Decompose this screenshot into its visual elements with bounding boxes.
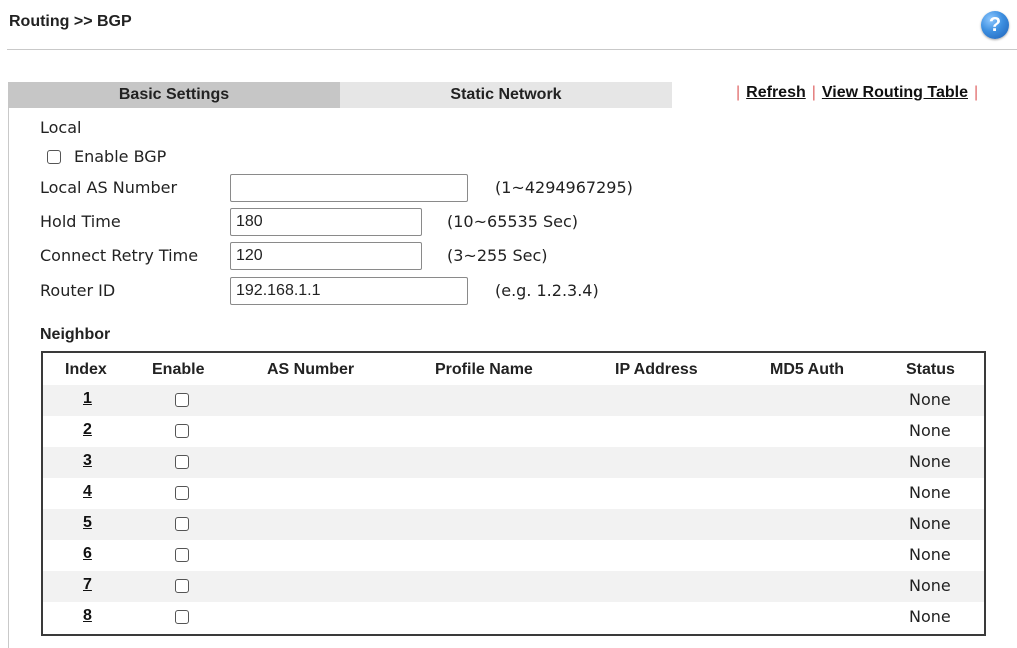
hold-time-hint: (10~65535 Sec)	[447, 212, 579, 231]
connect-retry-hint: (3~255 Sec)	[447, 246, 548, 265]
hold-time-input[interactable]	[230, 208, 422, 236]
table-row: 8 None	[43, 602, 984, 633]
refresh-link[interactable]: Refresh	[746, 84, 806, 101]
router-id-label: Router ID	[40, 281, 116, 300]
local-as-label: Local AS Number	[40, 178, 178, 197]
column-header-index: Index	[65, 361, 107, 378]
neighbor-enable-checkbox[interactable]	[175, 486, 189, 500]
link-separator: |	[811, 84, 816, 101]
neighbor-status: None	[909, 483, 951, 502]
column-header-status: Status	[906, 361, 955, 378]
enable-bgp-label: Enable BGP	[74, 147, 167, 166]
local-as-hint: (1~4294967295)	[495, 178, 633, 197]
table-row: 5 None	[43, 509, 984, 540]
tab-static-network[interactable]: Static Network	[340, 82, 672, 108]
table-row: 1 None	[43, 385, 984, 416]
neighbor-status: None	[909, 390, 951, 409]
neighbor-index-link[interactable]: 1	[83, 390, 92, 408]
link-separator: |	[736, 84, 741, 101]
breadcrumb: Routing >> BGP	[9, 13, 132, 30]
neighbor-index-link[interactable]: 4	[83, 483, 92, 501]
neighbor-enable-checkbox[interactable]	[175, 579, 189, 593]
neighbor-index-link[interactable]: 5	[83, 514, 92, 532]
neighbor-enable-checkbox[interactable]	[175, 424, 189, 438]
page-header: Routing >> BGP	[7, 0, 1017, 50]
column-header-md5-auth: MD5 Auth	[770, 361, 845, 378]
router-id-hint: (e.g. 1.2.3.4)	[495, 281, 599, 300]
connect-retry-input[interactable]	[230, 242, 422, 270]
neighbor-enable-checkbox[interactable]	[175, 548, 189, 562]
tab-links: | Refresh | View Routing Table |	[730, 84, 984, 102]
router-id-input[interactable]	[230, 277, 468, 305]
neighbor-status: None	[909, 607, 951, 626]
neighbor-status: None	[909, 576, 951, 595]
local-section-title: Local	[40, 118, 82, 137]
neighbor-table: Index Enable AS Number Profile Name IP A…	[41, 351, 986, 636]
column-header-ip-address: IP Address	[615, 361, 698, 378]
neighbor-index-link[interactable]: 3	[83, 452, 92, 470]
hold-time-label: Hold Time	[40, 212, 121, 231]
table-row: 3 None	[43, 447, 984, 478]
tab-basic-settings[interactable]: Basic Settings	[8, 82, 340, 108]
link-separator: |	[973, 84, 979, 101]
enable-bgp-checkbox[interactable]	[47, 150, 61, 164]
table-row: 7 None	[43, 571, 984, 602]
neighbor-enable-checkbox[interactable]	[175, 610, 189, 624]
column-header-enable: Enable	[152, 361, 205, 378]
neighbor-enable-checkbox[interactable]	[175, 455, 189, 469]
connect-retry-label: Connect Retry Time	[40, 246, 199, 265]
neighbor-index-link[interactable]: 6	[83, 545, 92, 563]
view-routing-table-link[interactable]: View Routing Table	[822, 84, 968, 101]
table-row: 4 None	[43, 478, 984, 509]
neighbor-index-link[interactable]: 8	[83, 607, 92, 625]
table-row: 2 None	[43, 416, 984, 447]
help-icon[interactable]: ?	[981, 11, 1009, 39]
neighbor-status: None	[909, 514, 951, 533]
neighbor-index-link[interactable]: 2	[83, 421, 92, 439]
neighbor-enable-checkbox[interactable]	[175, 393, 189, 407]
neighbor-section-title: Neighbor	[40, 326, 111, 343]
column-header-as-number: AS Number	[267, 361, 355, 378]
neighbor-status: None	[909, 421, 951, 440]
column-header-profile-name: Profile Name	[435, 361, 533, 378]
neighbor-index-link[interactable]: 7	[83, 576, 92, 594]
neighbor-enable-checkbox[interactable]	[175, 517, 189, 531]
table-row: 6 None	[43, 540, 984, 571]
local-as-input[interactable]	[230, 174, 468, 202]
neighbor-status: None	[909, 452, 951, 471]
neighbor-status: None	[909, 545, 951, 564]
